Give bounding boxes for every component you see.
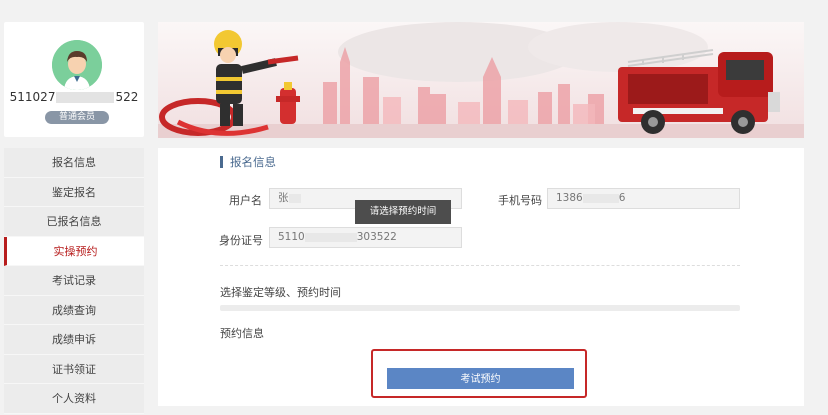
exam-booking-button[interactable]: 考试预约 <box>387 368 574 389</box>
sidebar: 报名信息 鉴定报名 已报名信息 实操预约 考试记录 成绩查询 成绩申诉 证书领证… <box>4 148 144 414</box>
booking-panel: 报名信息 用户名 张 手机号码 1386 6 身份证号 5110 303522 请选… <box>158 148 804 406</box>
firefighting-banner <box>158 22 804 138</box>
masked-digits <box>56 92 115 103</box>
masked-digits <box>582 193 619 203</box>
sidebar-item-profile[interactable]: 个人资料 <box>4 384 144 414</box>
user-id-suffix: 522 <box>115 90 139 104</box>
banner-illustration <box>158 22 804 138</box>
avatar <box>52 40 102 90</box>
idcard-field[interactable]: 5110 303522 <box>269 227 462 248</box>
phone-label: 手机号码 <box>498 194 542 207</box>
phone-field[interactable]: 1386 6 <box>547 188 740 209</box>
idcard-suffix: 303522 <box>356 231 397 243</box>
booking-info-label: 预约信息 <box>220 327 264 340</box>
user-id: 511027 522 <box>4 90 144 104</box>
username-value: 张 <box>278 192 289 204</box>
masked-text <box>288 193 301 203</box>
sidebar-item-certificate[interactable]: 证书领证 <box>4 354 144 384</box>
divider <box>220 265 740 266</box>
profile-card: 511027 522 普通会员 <box>4 22 144 137</box>
level-time-options[interactable] <box>220 305 740 311</box>
phone-suffix: 6 <box>618 192 626 204</box>
sidebar-item-score-query[interactable]: 成绩查询 <box>4 295 144 325</box>
idcard-label: 身份证号 <box>219 234 263 247</box>
sidebar-item-practical-booking[interactable]: 实操预约 <box>4 236 144 266</box>
username-label: 用户名 <box>229 194 262 207</box>
masked-digits <box>304 232 357 242</box>
select-level-time-prompt: 选择鉴定等级、预约时间 <box>220 286 341 299</box>
sidebar-item-registered-info[interactable]: 已报名信息 <box>4 207 144 237</box>
sidebar-item-score-appeal[interactable]: 成绩申诉 <box>4 325 144 355</box>
member-badge: 普通会员 <box>45 111 109 124</box>
section-title: 报名信息 <box>220 156 276 168</box>
idcard-prefix: 5110 <box>278 231 305 243</box>
sidebar-item-exam-records[interactable]: 考试记录 <box>4 266 144 296</box>
user-id-prefix: 511027 <box>9 90 56 104</box>
user-avatar-icon <box>52 40 102 90</box>
sidebar-item-assessment-registration[interactable]: 鉴定报名 <box>4 177 144 207</box>
phone-prefix: 1386 <box>556 192 583 204</box>
sidebar-item-registration-info[interactable]: 报名信息 <box>4 148 144 178</box>
select-time-tooltip: 请选择预约时间 <box>355 200 451 224</box>
